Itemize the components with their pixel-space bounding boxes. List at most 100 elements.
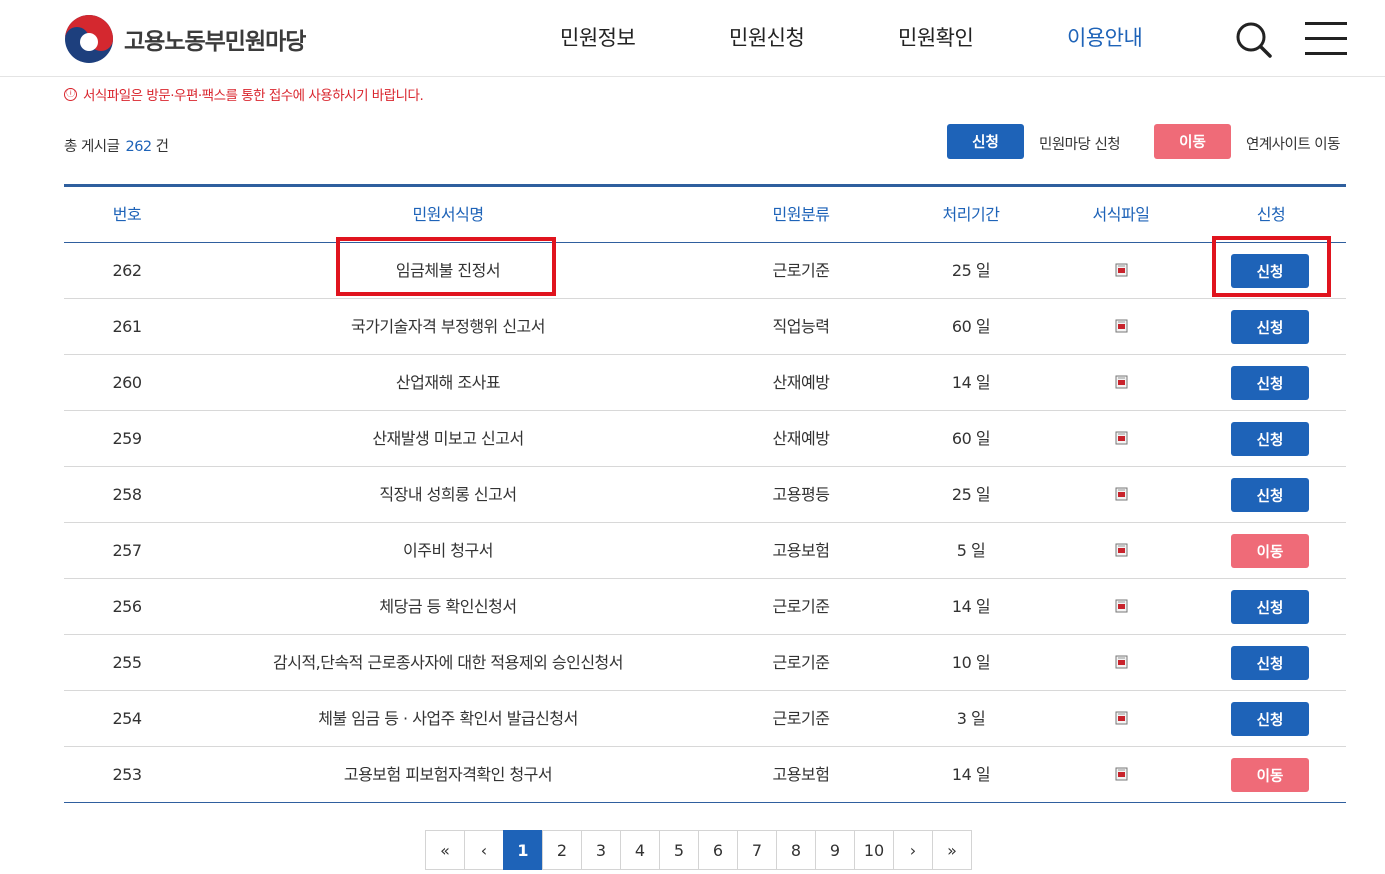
table-row: 258 직장내 성희롱 신고서 고용평등 25 일 신청 xyxy=(64,467,1346,523)
table-header: 번호 민원서식명 민원분류 처리기간 서식파일 신청 xyxy=(64,187,1346,243)
row-category: 직업능력 xyxy=(772,317,830,336)
page-6-button[interactable]: 6 xyxy=(698,830,738,870)
row-processing-period: 14 일 xyxy=(951,765,991,784)
hamburger-menu-icon[interactable] xyxy=(1305,22,1347,56)
table-row: 255 감시적,단속적 근로종사자에 대한 적용제외 승인신청서 근로기준 10 일 신… xyxy=(64,635,1346,691)
move-button[interactable]: 이동 xyxy=(1231,758,1309,792)
legend-move-desc: 연계사이트 이동 xyxy=(1246,137,1341,153)
table-row: 256 체당금 등 확인신청서 근로기준 14 일 신청 xyxy=(64,579,1346,635)
row-number: 262 xyxy=(112,261,142,280)
page-5-button[interactable]: 5 xyxy=(659,830,699,870)
total-number: 262 xyxy=(125,139,152,155)
next-page-button[interactable]: › xyxy=(893,830,933,870)
row-form-name[interactable]: 직장내 성희롱 신고서 xyxy=(190,467,706,523)
pagination: «‹ 1 2 3 4 5 6 7 8 9 10 ›» xyxy=(425,830,972,870)
move-button[interactable]: 이동 xyxy=(1231,534,1309,568)
info-icon: ⓘ xyxy=(64,87,77,101)
row-form-name[interactable]: 국가기술자격 부정행위 신고서 xyxy=(190,299,706,355)
document-file-icon[interactable] xyxy=(1115,319,1128,333)
document-file-icon[interactable] xyxy=(1115,375,1128,389)
header-number: 번호 xyxy=(112,205,142,224)
row-category: 산재예방 xyxy=(772,429,830,448)
row-form-name[interactable]: 체불 임금 등 · 사업주 확인서 발급신청서 xyxy=(190,691,706,747)
nav-civil-info[interactable]: 민원정보 xyxy=(560,22,636,52)
table-body: 262 임금체불 진정서 근로기준 25 일 신청 261 국가기술자격 부정행위 신고서 직… xyxy=(64,243,1346,803)
document-file-icon[interactable] xyxy=(1115,655,1128,669)
row-form-name[interactable]: 이주비 청구서 xyxy=(190,523,706,579)
apply-button[interactable]: 신청 xyxy=(1231,590,1309,624)
apply-button[interactable]: 신청 xyxy=(1231,646,1309,680)
row-form-name[interactable]: 산업재해 조사표 xyxy=(190,355,706,411)
row-form-name[interactable]: 산재발생 미보고 신고서 xyxy=(190,411,706,467)
logo-text: 고용노동부민원마당 xyxy=(124,29,306,55)
row-form-file xyxy=(1046,635,1196,691)
document-file-icon[interactable] xyxy=(1115,599,1128,613)
last-page-button[interactable]: » xyxy=(932,830,972,870)
row-number: 258 xyxy=(112,485,142,504)
nav-guide[interactable]: 이용안내 xyxy=(1067,22,1143,52)
apply-button[interactable]: 신청 xyxy=(1231,702,1309,736)
row-category: 고용보험 xyxy=(772,541,830,560)
document-file-icon[interactable] xyxy=(1115,431,1128,445)
row-category: 근로기준 xyxy=(772,653,830,672)
row-form-name[interactable]: 감시적,단속적 근로종사자에 대한 적용제외 승인신청서 xyxy=(190,635,706,691)
row-number: 253 xyxy=(112,765,142,784)
page-8-button[interactable]: 8 xyxy=(776,830,816,870)
page-7-button[interactable]: 7 xyxy=(737,830,777,870)
row-category: 근로기준 xyxy=(772,709,830,728)
page-2-button[interactable]: 2 xyxy=(542,830,582,870)
header-form-file: 서식파일 xyxy=(1092,205,1150,224)
site-logo[interactable]: 고용노동부민원마당 xyxy=(64,14,306,64)
page-4-button[interactable]: 4 xyxy=(620,830,660,870)
site-header: 고용노동부민원마당 민원정보 민원신청 민원확인 이용안내 xyxy=(0,0,1385,77)
first-page-button[interactable]: « xyxy=(425,830,465,870)
legend-apply-desc: 민원마당 신청 xyxy=(1039,137,1121,153)
apply-button[interactable]: 신청 xyxy=(1231,254,1309,288)
row-category: 근로기준 xyxy=(772,597,830,616)
row-processing-period: 60 일 xyxy=(951,317,991,336)
row-processing-period: 14 일 xyxy=(951,373,991,392)
prev-page-button[interactable]: ‹ xyxy=(464,830,504,870)
row-number: 255 xyxy=(112,653,142,672)
apply-button[interactable]: 신청 xyxy=(1231,478,1309,512)
document-file-icon[interactable] xyxy=(1115,711,1128,725)
page-1-button[interactable]: 1 xyxy=(503,830,543,870)
page-3-button[interactable]: 3 xyxy=(581,830,621,870)
document-file-icon[interactable] xyxy=(1115,263,1128,277)
row-category: 산재예방 xyxy=(772,373,830,392)
search-button[interactable] xyxy=(1234,20,1274,60)
document-file-icon[interactable] xyxy=(1115,543,1128,557)
row-form-file xyxy=(1046,299,1196,355)
row-form-name[interactable]: 고용보험 피보험자격확인 청구서 xyxy=(190,747,706,803)
total-count: 총 게시글 262 건 xyxy=(64,135,169,156)
nav-civil-apply[interactable]: 민원신청 xyxy=(729,22,805,52)
row-processing-period: 25 일 xyxy=(951,261,991,280)
table-row: 257 이주비 청구서 고용보험 5 일 이동 xyxy=(64,523,1346,579)
table-row: 260 산업재해 조사표 산재예방 14 일 신청 xyxy=(64,355,1346,411)
table-row: 261 국가기술자격 부정행위 신고서 직업능력 60 일 신청 xyxy=(64,299,1346,355)
row-form-file xyxy=(1046,467,1196,523)
document-file-icon[interactable] xyxy=(1115,767,1128,781)
row-category: 근로기준 xyxy=(772,261,830,280)
civil-form-table: 번호 민원서식명 민원분류 처리기간 서식파일 신청 262 임금체불 진정서 근로… xyxy=(64,184,1346,803)
page-9-button[interactable]: 9 xyxy=(815,830,855,870)
total-label: 총 게시글 xyxy=(64,139,120,155)
apply-button[interactable]: 신청 xyxy=(1231,310,1309,344)
header-apply: 신청 xyxy=(1256,205,1286,224)
apply-button[interactable]: 신청 xyxy=(1231,366,1309,400)
row-number: 259 xyxy=(112,429,142,448)
row-form-file xyxy=(1046,411,1196,467)
nav-civil-check[interactable]: 민원확인 xyxy=(898,22,974,52)
row-form-file xyxy=(1046,747,1196,803)
row-number: 261 xyxy=(112,317,142,336)
apply-button[interactable]: 신청 xyxy=(1231,422,1309,456)
row-form-file xyxy=(1046,243,1196,299)
row-form-file xyxy=(1046,579,1196,635)
page-10-button[interactable]: 10 xyxy=(854,830,894,870)
document-file-icon[interactable] xyxy=(1115,487,1128,501)
legend-apply-badge: 신청 xyxy=(947,124,1024,159)
row-processing-period: 3 일 xyxy=(956,709,986,728)
row-number: 257 xyxy=(112,541,142,560)
row-form-name[interactable]: 체당금 등 확인신청서 xyxy=(190,579,706,635)
row-form-name[interactable]: 임금체불 진정서 xyxy=(190,243,706,299)
